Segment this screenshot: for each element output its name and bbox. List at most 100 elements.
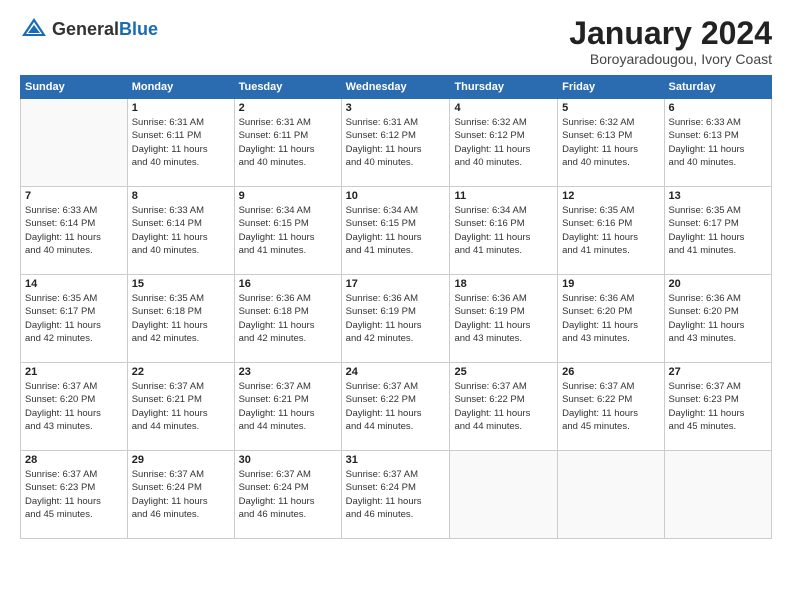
calendar-cell: 9Sunrise: 6:34 AM Sunset: 6:15 PM Daylig… (234, 187, 341, 275)
day-number: 23 (239, 366, 337, 378)
day-number: 24 (346, 366, 446, 378)
calendar-week-row: 7 Sunrise: 6:33 AM Sunset: 6:14 PM Daylig… (21, 187, 772, 275)
day-info: Sunrise: 6:37 AM Sunset: 6:24 PM Dayligh… (132, 468, 230, 521)
day-number: 19 (562, 278, 659, 290)
day-number: 10 (346, 190, 446, 202)
day-info: Sunrise: 6:33 AM Sunset: 6:13 PM Dayligh… (669, 116, 767, 169)
calendar-cell: 12 Sunrise: 6:35 AM Sunset: 6:16 PM Dayli… (558, 187, 664, 275)
calendar-week-row: 28 Sunrise: 6:37 AM Sunset: 6:23 PM Dayli… (21, 451, 772, 539)
calendar-week-row: 1 Sunrise: 6:31 AM Sunset: 6:11 PM Daylig… (21, 99, 772, 187)
day-number: 11 (454, 190, 553, 202)
day-of-week-header: Saturday (664, 76, 771, 99)
calendar-cell: 2 Sunrise: 6:31 AM Sunset: 6:11 PM Daylig… (234, 99, 341, 187)
day-info: Sunrise: 6:36 AM Sunset: 6:19 PM Dayligh… (454, 292, 553, 345)
calendar-week-row: 14Sunrise: 6:35 AM Sunset: 6:17 PM Dayli… (21, 275, 772, 363)
day-info: Sunrise: 6:31 AM Sunset: 6:11 PM Dayligh… (132, 116, 230, 169)
day-number: 22 (132, 366, 230, 378)
day-info: Sunrise: 6:31 AM Sunset: 6:11 PM Dayligh… (239, 116, 337, 169)
calendar-cell: 7 Sunrise: 6:33 AM Sunset: 6:14 PM Daylig… (21, 187, 128, 275)
day-info: Sunrise: 6:36 AM Sunset: 6:19 PM Dayligh… (346, 292, 446, 345)
day-info: Sunrise: 6:36 AM Sunset: 6:18 PM Dayligh… (239, 292, 337, 345)
day-info: Sunrise: 6:34 AM Sunset: 6:16 PM Dayligh… (454, 204, 553, 257)
day-number: 3 (346, 102, 446, 114)
calendar-week-row: 21 Sunrise: 6:37 AM Sunset: 6:20 PM Dayli… (21, 363, 772, 451)
day-info: Sunrise: 6:32 AM Sunset: 6:13 PM Dayligh… (562, 116, 659, 169)
calendar-cell: 21 Sunrise: 6:37 AM Sunset: 6:20 PM Dayli… (21, 363, 128, 451)
calendar-cell: 11 Sunrise: 6:34 AM Sunset: 6:16 PM Dayli… (450, 187, 558, 275)
day-number: 17 (346, 278, 446, 290)
calendar-cell: 30 Sunrise: 6:37 AM Sunset: 6:24 PM Dayli… (234, 451, 341, 539)
calendar-page: GeneralBlue January 2024 Boroyaradougou,… (0, 0, 792, 612)
day-info: Sunrise: 6:37 AM Sunset: 6:23 PM Dayligh… (669, 380, 767, 433)
day-number: 6 (669, 102, 767, 114)
day-number: 21 (25, 366, 123, 378)
day-info: Sunrise: 6:35 AM Sunset: 6:16 PM Dayligh… (562, 204, 659, 257)
calendar-cell: 4Sunrise: 6:32 AM Sunset: 6:12 PM Daylig… (450, 99, 558, 187)
logo: GeneralBlue (20, 16, 158, 44)
day-number: 1 (132, 102, 230, 114)
day-number: 29 (132, 454, 230, 466)
calendar-cell: 18Sunrise: 6:36 AM Sunset: 6:19 PM Dayli… (450, 275, 558, 363)
calendar-cell: 26Sunrise: 6:37 AM Sunset: 6:22 PM Dayli… (558, 363, 664, 451)
day-number: 2 (239, 102, 337, 114)
calendar-cell: 24 Sunrise: 6:37 AM Sunset: 6:22 PM Dayli… (341, 363, 450, 451)
calendar-cell: 31Sunrise: 6:37 AM Sunset: 6:24 PM Dayli… (341, 451, 450, 539)
calendar-cell: 17 Sunrise: 6:36 AM Sunset: 6:19 PM Dayli… (341, 275, 450, 363)
day-info: Sunrise: 6:37 AM Sunset: 6:21 PM Dayligh… (132, 380, 230, 433)
day-info: Sunrise: 6:33 AM Sunset: 6:14 PM Dayligh… (132, 204, 230, 257)
day-of-week-header: Sunday (21, 76, 128, 99)
calendar-cell: 23 Sunrise: 6:37 AM Sunset: 6:21 PM Dayli… (234, 363, 341, 451)
day-info: Sunrise: 6:33 AM Sunset: 6:14 PM Dayligh… (25, 204, 123, 257)
day-of-week-header: Tuesday (234, 76, 341, 99)
day-number: 25 (454, 366, 553, 378)
calendar-cell: 8 Sunrise: 6:33 AM Sunset: 6:14 PM Daylig… (127, 187, 234, 275)
calendar-cell: 1 Sunrise: 6:31 AM Sunset: 6:11 PM Daylig… (127, 99, 234, 187)
logo-text: GeneralBlue (52, 20, 158, 40)
day-number: 13 (669, 190, 767, 202)
day-of-week-header: Monday (127, 76, 234, 99)
month-title: January 2024 (569, 16, 772, 51)
day-number: 5 (562, 102, 659, 114)
day-of-week-header: Thursday (450, 76, 558, 99)
day-info: Sunrise: 6:36 AM Sunset: 6:20 PM Dayligh… (562, 292, 659, 345)
calendar-cell: 20Sunrise: 6:36 AM Sunset: 6:20 PM Dayli… (664, 275, 771, 363)
calendar-cell: 3 Sunrise: 6:31 AM Sunset: 6:12 PM Daylig… (341, 99, 450, 187)
calendar-cell: 19 Sunrise: 6:36 AM Sunset: 6:20 PM Dayli… (558, 275, 664, 363)
day-number: 30 (239, 454, 337, 466)
day-info: Sunrise: 6:36 AM Sunset: 6:20 PM Dayligh… (669, 292, 767, 345)
day-info: Sunrise: 6:37 AM Sunset: 6:20 PM Dayligh… (25, 380, 123, 433)
day-number: 9 (239, 190, 337, 202)
day-info: Sunrise: 6:37 AM Sunset: 6:23 PM Dayligh… (25, 468, 123, 521)
day-info: Sunrise: 6:37 AM Sunset: 6:24 PM Dayligh… (239, 468, 337, 521)
day-info: Sunrise: 6:35 AM Sunset: 6:17 PM Dayligh… (669, 204, 767, 257)
day-info: Sunrise: 6:37 AM Sunset: 6:21 PM Dayligh… (239, 380, 337, 433)
calendar-cell: 22 Sunrise: 6:37 AM Sunset: 6:21 PM Dayli… (127, 363, 234, 451)
day-number: 27 (669, 366, 767, 378)
day-number: 8 (132, 190, 230, 202)
calendar-cell: 6 Sunrise: 6:33 AM Sunset: 6:13 PM Daylig… (664, 99, 771, 187)
calendar-cell: 13 Sunrise: 6:35 AM Sunset: 6:17 PM Dayli… (664, 187, 771, 275)
calendar-cell (558, 451, 664, 539)
calendar-table: SundayMondayTuesdayWednesdayThursdayFrid… (20, 75, 772, 539)
day-number: 4 (454, 102, 553, 114)
calendar-cell (21, 99, 128, 187)
day-number: 28 (25, 454, 123, 466)
day-info: Sunrise: 6:31 AM Sunset: 6:12 PM Dayligh… (346, 116, 446, 169)
calendar-cell: 5 Sunrise: 6:32 AM Sunset: 6:13 PM Daylig… (558, 99, 664, 187)
calendar-cell (664, 451, 771, 539)
day-info: Sunrise: 6:34 AM Sunset: 6:15 PM Dayligh… (346, 204, 446, 257)
day-info: Sunrise: 6:37 AM Sunset: 6:22 PM Dayligh… (562, 380, 659, 433)
logo-icon (20, 16, 48, 44)
header: GeneralBlue January 2024 Boroyaradougou,… (20, 16, 772, 67)
calendar-cell: 16Sunrise: 6:36 AM Sunset: 6:18 PM Dayli… (234, 275, 341, 363)
calendar-cell: 25 Sunrise: 6:37 AM Sunset: 6:22 PM Dayli… (450, 363, 558, 451)
day-number: 7 (25, 190, 123, 202)
calendar-cell (450, 451, 558, 539)
day-number: 14 (25, 278, 123, 290)
day-info: Sunrise: 6:37 AM Sunset: 6:22 PM Dayligh… (346, 380, 446, 433)
day-info: Sunrise: 6:37 AM Sunset: 6:22 PM Dayligh… (454, 380, 553, 433)
day-number: 12 (562, 190, 659, 202)
calendar-cell: 29 Sunrise: 6:37 AM Sunset: 6:24 PM Dayli… (127, 451, 234, 539)
calendar-cell: 15Sunrise: 6:35 AM Sunset: 6:18 PM Dayli… (127, 275, 234, 363)
calendar-cell: 28 Sunrise: 6:37 AM Sunset: 6:23 PM Dayli… (21, 451, 128, 539)
